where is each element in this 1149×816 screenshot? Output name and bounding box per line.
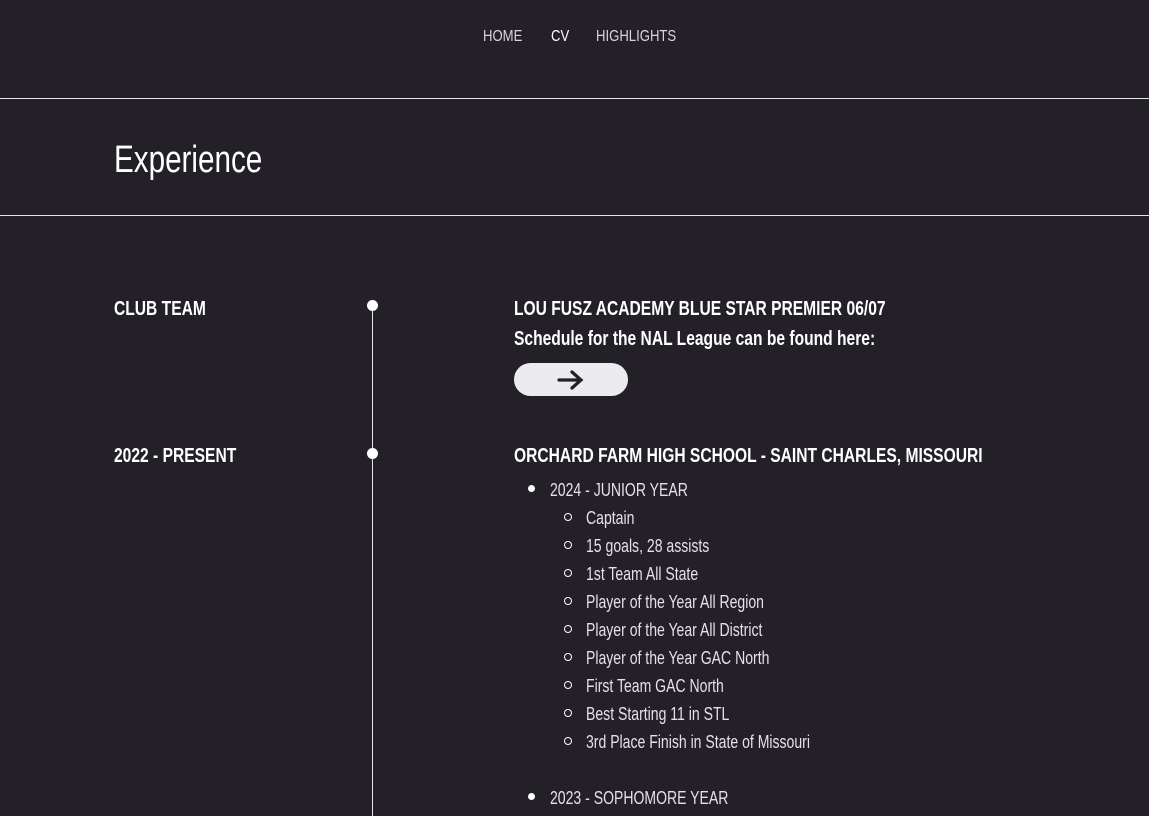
page-title: Experience: [114, 139, 263, 181]
bullet-circle-icon: [564, 653, 572, 661]
entry-label-years: 2022 - PRESENT: [114, 445, 237, 467]
list-item: Best Starting 11 in STL: [550, 700, 873, 728]
list-item: Player of the Year GAC North: [550, 644, 873, 672]
list-item: 1st Team All State: [550, 560, 873, 588]
bullet-circle-icon: [564, 625, 572, 633]
timeline-line: [372, 306, 373, 816]
schedule-text: Schedule for the NAL League can be found…: [514, 328, 876, 350]
list-item-junior-year: 2024 - JUNIOR YEAR Captain 15 goals, 28 …: [514, 476, 873, 784]
bullet-circle-icon: [564, 513, 572, 521]
nav-home-link[interactable]: HOME: [483, 28, 522, 46]
entry-label-club-team: CLUB TEAM: [114, 298, 206, 320]
school-years-list: 2024 - JUNIOR YEAR Captain 15 goals, 28 …: [514, 476, 873, 812]
bullet-circle-icon: [564, 737, 572, 745]
nav-highlights-link[interactable]: HIGHLIGHTS: [596, 28, 676, 46]
entry-title-club: LOU FUSZ ACADEMY BLUE STAR PREMIER 06/07: [514, 298, 886, 320]
list-item: Player of the Year All District: [550, 616, 873, 644]
section-header: Experience: [0, 99, 1149, 216]
list-item: 15 goals, 28 assists: [550, 532, 873, 560]
top-navigation: HOME CV HIGHLIGHTS: [0, 0, 1149, 99]
list-item: First Team GAC North: [550, 672, 873, 700]
schedule-link-button[interactable]: [514, 363, 628, 396]
entry-title-school: ORCHARD FARM HIGH SCHOOL - SAINT CHARLES…: [514, 445, 983, 467]
list-item: Captain: [550, 504, 873, 532]
bullet-disc-icon: [528, 485, 535, 492]
bullet-disc-icon: [528, 793, 535, 800]
bullet-circle-icon: [564, 597, 572, 605]
timeline-dot-school: [367, 448, 378, 459]
bullet-circle-icon: [564, 569, 572, 577]
timeline-dot-club: [367, 300, 378, 311]
nav-cv-link[interactable]: CV: [551, 28, 569, 46]
list-item: 3rd Place Finish in State of Missouri: [550, 728, 873, 756]
list-item: Player of the Year All Region: [550, 588, 873, 616]
arrow-right-icon: [557, 369, 585, 390]
bullet-circle-icon: [564, 709, 572, 717]
junior-year-achievements: Captain 15 goals, 28 assists 1st Team Al…: [550, 504, 873, 756]
bullet-circle-icon: [564, 541, 572, 549]
bullet-circle-icon: [564, 681, 572, 689]
